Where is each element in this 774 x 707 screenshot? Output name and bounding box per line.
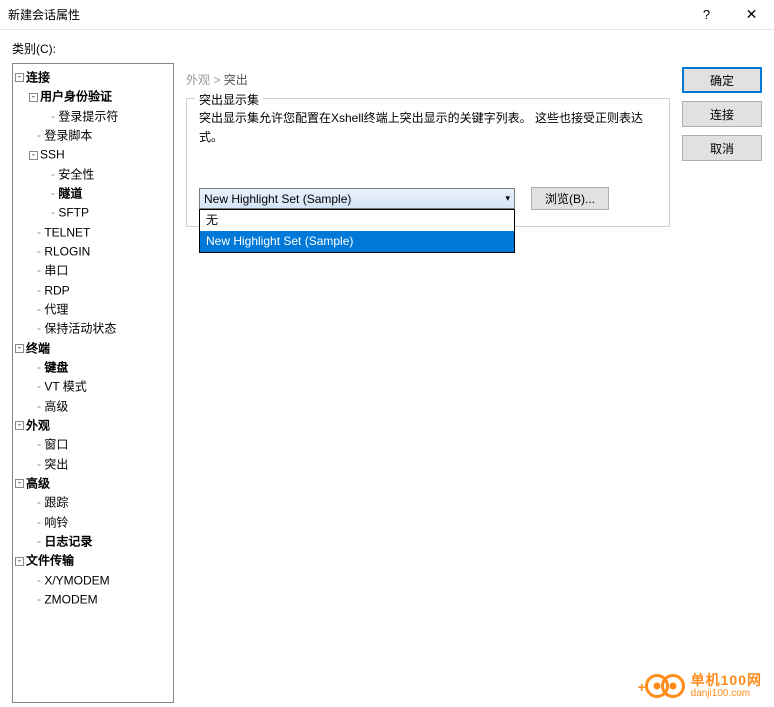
collapse-icon[interactable]: - (15, 73, 24, 82)
watermark-title: 单机100网 (691, 673, 762, 688)
tree-appearance[interactable]: -外观 (15, 416, 171, 435)
window-title: 新建会话属性 (8, 6, 684, 23)
tree-login-script[interactable]: - 登录脚本 (15, 126, 171, 145)
tree-advanced-term[interactable]: - 高级 (15, 397, 171, 416)
cancel-button[interactable]: 取消 (682, 135, 762, 161)
breadcrumb-parent: 外观 (186, 73, 210, 87)
combo-option[interactable]: 无 (200, 210, 514, 231)
collapse-icon[interactable]: - (15, 557, 24, 566)
fieldset-title: 突出显示集 (195, 91, 263, 108)
collapse-icon[interactable]: - (15, 421, 24, 430)
breadcrumb-current: 突出 (224, 73, 248, 87)
connect-button[interactable]: 连接 (682, 101, 762, 127)
highlight-set-combo[interactable]: New Highlight Set (Sample) ▾ 无 New Highl… (199, 188, 515, 209)
tree-ssh[interactable]: -SSH (15, 145, 171, 164)
ok-button[interactable]: 确定 (682, 67, 762, 93)
tree-xymodem[interactable]: - X/YMODEM (15, 571, 171, 590)
tree-proxy[interactable]: - 代理 (15, 300, 171, 319)
titlebar: 新建会话属性 ? ✕ (0, 0, 774, 30)
browse-button[interactable]: 浏览(B)... (531, 187, 609, 210)
combo-option[interactable]: New Highlight Set (Sample) (200, 231, 514, 252)
tree-filetransfer[interactable]: -文件传输 (15, 551, 171, 570)
tree-rlogin[interactable]: - RLOGIN (15, 242, 171, 261)
watermark-subtitle: danji100.com (691, 688, 762, 699)
combo-selected-value: New Highlight Set (Sample) (204, 192, 351, 206)
tree-highlight[interactable]: - 突出 (15, 455, 171, 474)
tree-telnet[interactable]: - TELNET (15, 223, 171, 242)
tree-advanced[interactable]: -高级 (15, 474, 171, 493)
category-tree[interactable]: -连接 -用户身份验证 - 登录提示符 - 登录脚本 -SSH - 安全性 - … (12, 63, 174, 703)
help-button[interactable]: ? (684, 0, 729, 30)
tree-vtmode[interactable]: - VT 模式 (15, 377, 171, 396)
tree-tunnel[interactable]: - 隧道 (15, 184, 171, 203)
tree-sftp[interactable]: - SFTP (15, 203, 171, 222)
tree-logging[interactable]: - 日志记录 (15, 532, 171, 551)
collapse-icon[interactable]: - (29, 93, 38, 102)
tree-terminal[interactable]: -终端 (15, 339, 171, 358)
combo-dropdown-list: 无 New Highlight Set (Sample) (199, 209, 515, 253)
collapse-icon[interactable]: - (15, 479, 24, 488)
tree-rdp[interactable]: - RDP (15, 281, 171, 300)
watermark: 单机100网 danji100.com (645, 673, 762, 699)
tree-serial[interactable]: - 串口 (15, 261, 171, 280)
tree-zmodem[interactable]: - ZMODEM (15, 590, 171, 609)
tree-user-auth[interactable]: -用户身份验证 (15, 87, 171, 106)
highlight-set-fieldset: 突出显示集 突出显示集允许您配置在Xshell终端上突出显示的关键字列表。 这些… (186, 98, 670, 227)
tree-keyboard[interactable]: - 键盘 (15, 358, 171, 377)
collapse-icon[interactable]: - (15, 344, 24, 353)
tree-connection[interactable]: -连接 (15, 68, 171, 87)
tree-window[interactable]: - 窗口 (15, 435, 171, 454)
close-button[interactable]: ✕ (729, 0, 774, 30)
tree-bell[interactable]: - 响铃 (15, 513, 171, 532)
tree-trace[interactable]: - 跟踪 (15, 493, 171, 512)
collapse-icon[interactable]: - (29, 151, 38, 160)
category-label: 类别(C): (12, 40, 762, 57)
tree-security[interactable]: - 安全性 (15, 165, 171, 184)
fieldset-description: 突出显示集允许您配置在Xshell终端上突出显示的关键字列表。 这些也接受正则表… (199, 109, 657, 147)
tree-login-prompt[interactable]: - 登录提示符 (15, 107, 171, 126)
chevron-down-icon: ▾ (505, 193, 510, 204)
logo-icon (661, 674, 685, 698)
tree-keepalive[interactable]: - 保持活动状态 (15, 319, 171, 338)
